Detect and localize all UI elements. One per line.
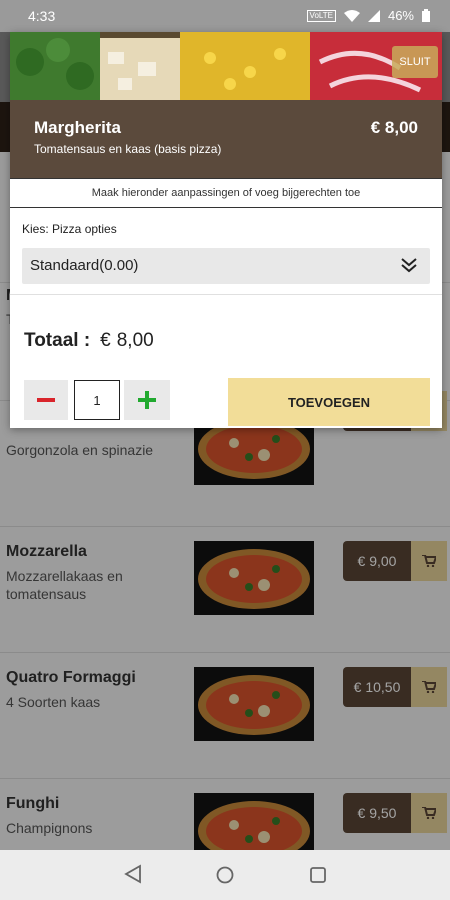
total-line: Totaal : €8,00 <box>24 330 154 352</box>
battery-level: 46% <box>387 8 414 23</box>
status-time: 4:33 <box>28 8 56 24</box>
minus-icon <box>37 398 55 402</box>
option-label: Kies: Pizza opties <box>22 222 117 236</box>
total-label: Totaal : <box>24 330 91 351</box>
product-dialog: SLUIT Margherita Tomatensaus en kaas (ba… <box>10 32 442 428</box>
status-icons: VoLTE 46% <box>306 8 430 23</box>
add-button[interactable]: TOEVOEGEN <box>228 378 430 426</box>
total-currency: € <box>100 330 111 351</box>
close-button[interactable]: SLUIT <box>392 46 438 78</box>
wifi-icon <box>343 9 360 22</box>
option-value: Standaard(0.00) <box>30 257 139 274</box>
back-icon[interactable] <box>124 864 142 884</box>
recent-apps-icon[interactable] <box>310 867 326 883</box>
product-name: Margherita <box>34 118 121 137</box>
battery-icon <box>422 9 430 22</box>
status-bar: 4:33 VoLTE 46% <box>0 0 450 32</box>
pizza-options-select[interactable]: Standaard(0.00) <box>22 248 430 284</box>
quantity-input[interactable]: 1 <box>74 380 120 420</box>
product-hero-image: SLUIT <box>10 32 442 100</box>
product-price: € 8,00 <box>370 118 418 137</box>
navigation-bar <box>0 850 450 900</box>
home-icon[interactable] <box>216 866 234 884</box>
total-amount: 8,00 <box>116 330 154 351</box>
volte-badge: VoLTE <box>306 9 336 22</box>
plus-icon <box>138 391 156 409</box>
product-description: Tomatensaus en kaas (basis pizza) <box>34 142 222 156</box>
divider <box>10 294 442 295</box>
signal-icon <box>367 9 380 22</box>
decrease-quantity-button[interactable] <box>24 380 68 420</box>
instruction-text: Maak hieronder aanpassingen of voeg bijg… <box>10 178 442 208</box>
chevron-down-icon <box>401 258 417 273</box>
increase-quantity-button[interactable] <box>124 380 170 420</box>
